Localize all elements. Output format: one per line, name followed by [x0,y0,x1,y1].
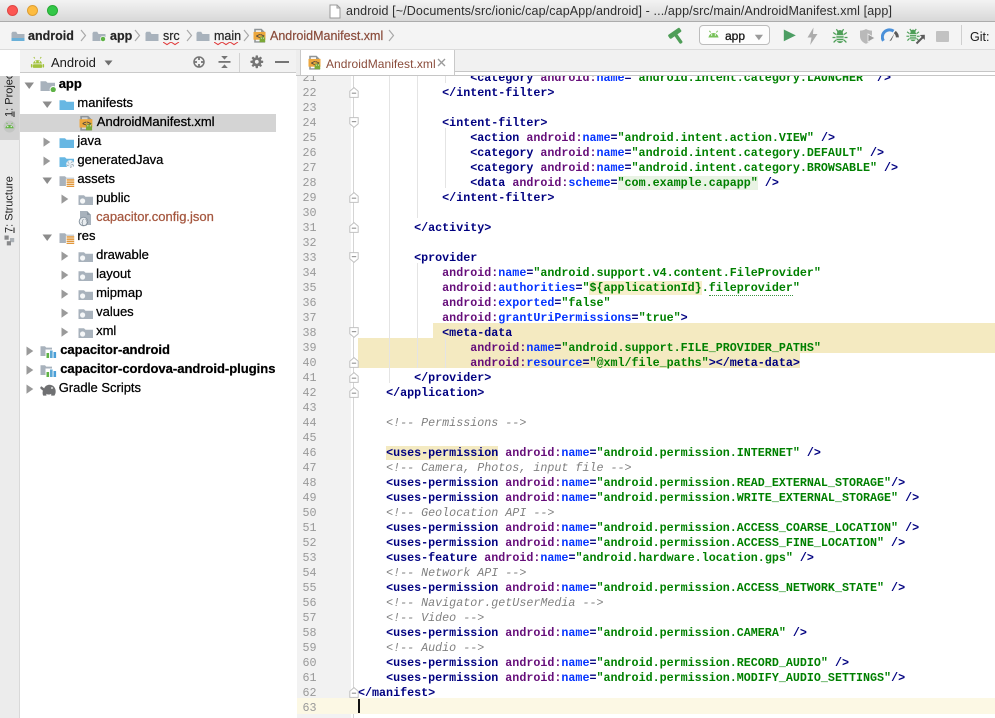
svg-text:7: Structure: 7: Structure [4,176,16,233]
svg-text:{}: {} [80,219,88,227]
svg-text:1: Project: 1: Project [4,71,16,117]
